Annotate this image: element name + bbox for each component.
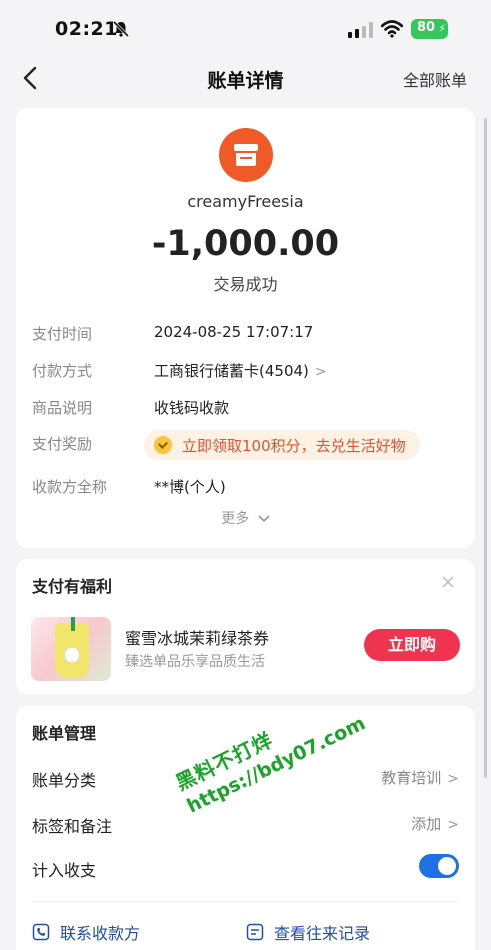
product-name[interactable]: 蜜雪冰城茉莉绿茶券 bbox=[125, 625, 269, 649]
pay-time-value: 2024-08-25 17:07:17 bbox=[154, 323, 314, 341]
reward-coin-icon bbox=[154, 436, 172, 454]
store-icon bbox=[234, 144, 258, 166]
management-title: 账单管理 bbox=[32, 724, 97, 743]
reward-claim-button[interactable]: 立即领取100积分，去兑生活好物 bbox=[144, 430, 420, 460]
tags-value: 添加 bbox=[411, 815, 442, 833]
benefits-title: 支付有福利 bbox=[32, 577, 113, 596]
view-history-label: 查看往来记录 bbox=[274, 924, 371, 943]
item-desc-value: 收钱码收款 bbox=[154, 399, 230, 417]
item-desc-label: 商品说明 bbox=[32, 399, 93, 417]
pay-time-label: 支付时间 bbox=[32, 325, 93, 343]
all-bills-link[interactable]: 全部账单 bbox=[403, 67, 467, 91]
tags-row[interactable]: 添加 > bbox=[411, 813, 459, 834]
category-value: 教育培训 bbox=[381, 769, 442, 787]
record-icon bbox=[246, 923, 264, 941]
pay-reward-label: 支付奖励 bbox=[32, 435, 93, 453]
chevron-right-icon: > bbox=[447, 771, 459, 787]
buy-now-button[interactable]: 立即购 bbox=[364, 629, 460, 661]
battery-indicator: 80 ⚡ bbox=[411, 19, 448, 39]
chevron-right-icon: > bbox=[314, 364, 327, 380]
more-label: 更多 bbox=[221, 511, 250, 527]
status-time: 02:21 bbox=[55, 18, 118, 40]
signal-icon bbox=[348, 22, 373, 38]
status-bar: 02:21 80 ⚡ bbox=[0, 0, 491, 56]
divider bbox=[32, 901, 459, 902]
tags-label: 标签和备注 bbox=[32, 817, 113, 836]
more-toggle[interactable]: 更多 bbox=[16, 508, 475, 528]
bell-muted-icon bbox=[112, 20, 130, 38]
payee-value: **博(个人) bbox=[154, 478, 226, 496]
pay-method-row[interactable]: 工商银行储蓄卡(4504) > bbox=[154, 360, 327, 381]
reward-text: 立即领取100积分，去兑生活好物 bbox=[182, 436, 406, 455]
transaction-status: 交易成功 bbox=[213, 275, 278, 294]
view-history-link[interactable]: 查看往来记录 bbox=[246, 920, 370, 944]
include-toggle[interactable] bbox=[419, 854, 459, 878]
benefits-card: 支付有福利 蜜雪冰城茉莉绿茶券 臻选单品乐享品质生活 立即购 bbox=[16, 559, 475, 694]
phone-icon bbox=[32, 923, 50, 941]
contact-payee-label: 联系收款方 bbox=[60, 924, 141, 943]
contact-payee-link[interactable]: 联系收款方 bbox=[32, 920, 140, 944]
category-label: 账单分类 bbox=[32, 771, 97, 790]
product-desc: 臻选单品乐享品质生活 bbox=[125, 654, 265, 670]
payee-label: 收款方全称 bbox=[32, 478, 108, 496]
nav-bar: 账单详情 全部账单 bbox=[0, 56, 491, 100]
chevron-right-icon: > bbox=[447, 817, 459, 833]
pay-method-label: 付款方式 bbox=[32, 362, 93, 380]
transaction-amount: -1,000.00 bbox=[151, 224, 340, 264]
merchant-logo bbox=[219, 128, 273, 182]
wifi-icon bbox=[381, 20, 403, 38]
merchant-name: creamyFreesia bbox=[187, 192, 304, 211]
drink-straw bbox=[71, 617, 75, 631]
bill-summary-card: creamyFreesia -1,000.00 交易成功 支付时间 2024-0… bbox=[16, 108, 475, 548]
mascot-icon bbox=[64, 647, 80, 663]
close-icon[interactable] bbox=[441, 575, 455, 589]
battery-level: 80 bbox=[416, 20, 436, 35]
bill-management-card: 账单管理 账单分类 教育培训 > 标签和备注 添加 > 计入收支 联系收款方 查看往… bbox=[16, 706, 475, 950]
product-image[interactable] bbox=[31, 617, 111, 681]
scrollbar[interactable] bbox=[484, 118, 487, 778]
charging-icon: ⚡ bbox=[438, 22, 446, 35]
category-row[interactable]: 教育培训 > bbox=[381, 767, 459, 788]
chevron-down-icon bbox=[258, 515, 270, 523]
toggle-knob bbox=[438, 857, 456, 875]
include-label: 计入收支 bbox=[32, 861, 97, 880]
pay-method-value: 工商银行储蓄卡(4504) bbox=[154, 362, 309, 380]
